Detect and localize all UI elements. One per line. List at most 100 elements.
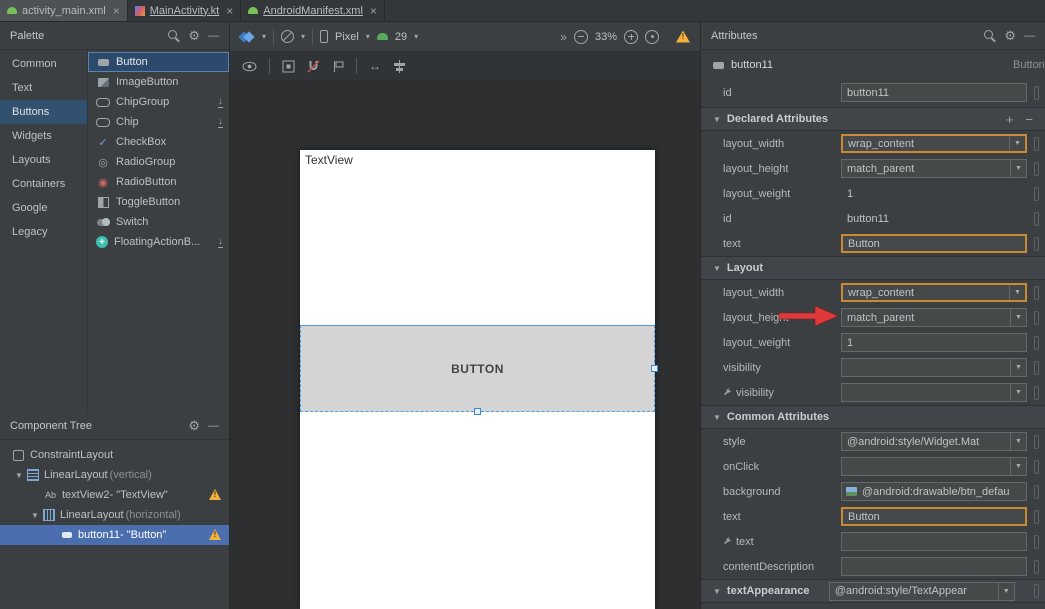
tab-mainactivity-kt[interactable]: MainActivity.kt ×: [128, 0, 242, 21]
style-dropdown[interactable]: @android:style/Widget.Mat▼: [841, 432, 1027, 451]
text-input[interactable]: Button: [841, 507, 1027, 526]
layout-weight-input[interactable]: 1: [841, 333, 1027, 352]
attr-pin[interactable]: [1034, 286, 1039, 300]
attr-pin[interactable]: [1034, 212, 1039, 226]
visibility-dropdown[interactable]: ▼: [841, 358, 1027, 377]
tree-item-linearlayout[interactable]: ▼LinearLayout(horizontal): [0, 505, 229, 525]
resize-handle-right[interactable]: [651, 365, 658, 372]
palette-category-google[interactable]: Google: [0, 196, 87, 220]
attr-pin[interactable]: [1034, 187, 1039, 201]
close-icon[interactable]: ×: [113, 4, 120, 18]
gear-icon[interactable]: ⚙: [1004, 29, 1016, 42]
attr-pin[interactable]: [1034, 386, 1039, 400]
api-level-icon[interactable]: [377, 33, 388, 40]
tree-item-textview2-textview[interactable]: AbtextView2- "TextView": [0, 485, 229, 505]
section-header-textappearance[interactable]: ▼textAppearance@android:style/TextAppear…: [701, 579, 1045, 603]
attr-pin[interactable]: [1034, 584, 1039, 598]
tab-androidmanifest-xml[interactable]: AndroidManifest.xml ×: [241, 0, 385, 21]
palette-item-imagebutton[interactable]: ImageButton: [88, 72, 229, 92]
palette-item-chip[interactable]: Chip↓: [88, 112, 229, 132]
palette-item-radiobutton[interactable]: ◉RadioButton: [88, 172, 229, 192]
align-center-icon[interactable]: [393, 60, 406, 73]
section-header-layout[interactable]: ▼Layout: [701, 256, 1045, 280]
resize-handle-bottom[interactable]: [474, 408, 481, 415]
close-icon[interactable]: ×: [370, 4, 377, 18]
blueprint-border-icon[interactable]: [282, 60, 295, 73]
attr-pin[interactable]: [1034, 336, 1039, 350]
background-input[interactable]: @android:drawable/btn_defau: [841, 482, 1027, 501]
palette-category-text[interactable]: Text: [0, 76, 87, 100]
palette-category-widgets[interactable]: Widgets: [0, 124, 87, 148]
remove-attribute-icon[interactable]: −: [1025, 112, 1033, 127]
clear-constraints-icon[interactable]: ↔: [369, 59, 381, 73]
layout-height-dropdown[interactable]: match_parent▼: [841, 308, 1027, 327]
attr-pin[interactable]: [1034, 560, 1039, 574]
contentdescription-input[interactable]: [841, 557, 1027, 576]
chevron-down-icon[interactable]: ▼: [28, 511, 42, 520]
palette-item-togglebutton[interactable]: ToggleButton: [88, 192, 229, 212]
attr-pin[interactable]: [1034, 311, 1039, 325]
attr-pin[interactable]: [1034, 485, 1039, 499]
minimize-icon[interactable]: —: [208, 30, 219, 42]
device-selector[interactable]: Pixel: [335, 31, 359, 43]
palette-item-checkbox[interactable]: ✓CheckBox: [88, 132, 229, 152]
canvas-textview[interactable]: TextView: [305, 153, 353, 167]
device-icon[interactable]: [320, 30, 328, 43]
text-input[interactable]: [841, 532, 1027, 551]
selected-component-row[interactable]: button11 Button: [701, 52, 1045, 78]
palette-category-common[interactable]: Common: [0, 52, 87, 76]
palette-category-containers[interactable]: Containers: [0, 172, 87, 196]
download-icon[interactable]: ↓: [218, 97, 223, 108]
design-surface-mode-icon[interactable]: [240, 31, 255, 43]
warnings-icon[interactable]: [676, 31, 690, 43]
minimize-icon[interactable]: —: [208, 420, 219, 432]
device-canvas[interactable]: TextView BUTTON: [300, 150, 655, 609]
palette-category-buttons[interactable]: Buttons: [0, 100, 87, 124]
eye-icon[interactable]: [242, 61, 257, 72]
tree-item-constraintlayout[interactable]: ConstraintLayout: [0, 445, 229, 465]
palette-item-switch[interactable]: Switch: [88, 212, 229, 232]
gear-icon[interactable]: ⚙: [188, 29, 200, 42]
tab-activity-main-xml[interactable]: activity_main.xml ×: [0, 0, 128, 21]
attr-pin[interactable]: [1034, 162, 1039, 176]
text-input[interactable]: Button: [841, 234, 1027, 253]
id-input[interactable]: button11: [841, 83, 1027, 102]
autoconnect-off-magnet-icon[interactable]: [307, 60, 320, 73]
chevron-down-icon[interactable]: ▼: [12, 471, 26, 480]
design-surface[interactable]: TextView BUTTON: [230, 80, 700, 609]
api-level-selector[interactable]: 29: [395, 31, 407, 43]
section-header-common-attributes[interactable]: ▼Common Attributes: [701, 405, 1045, 429]
canvas-button-selected[interactable]: BUTTON: [300, 325, 655, 412]
zoom-fit-icon[interactable]: [645, 30, 659, 44]
layout-width-dropdown[interactable]: wrap_content▼: [841, 134, 1027, 153]
layout-height-dropdown[interactable]: match_parent▼: [841, 159, 1027, 178]
layout-width-dropdown[interactable]: wrap_content▼: [841, 283, 1027, 302]
attr-pin[interactable]: [1034, 86, 1039, 100]
search-icon[interactable]: [167, 29, 180, 42]
palette-item-radiogroup[interactable]: ◎RadioGroup: [88, 152, 229, 172]
download-icon[interactable]: ↓: [218, 117, 223, 128]
zoom-in-icon[interactable]: [624, 30, 638, 44]
palette-item-chipgroup[interactable]: ChipGroup↓: [88, 92, 229, 112]
theme-icon[interactable]: [281, 30, 294, 43]
palette-category-layouts[interactable]: Layouts: [0, 148, 87, 172]
gear-icon[interactable]: ⚙: [188, 419, 200, 432]
chevron-down-icon[interactable]: ▾: [414, 32, 418, 41]
chevron-down-icon[interactable]: ▾: [301, 32, 305, 41]
attr-pin[interactable]: [1034, 237, 1039, 251]
zoom-out-icon[interactable]: [574, 30, 588, 44]
attr-pin[interactable]: [1034, 510, 1039, 524]
attr-pin[interactable]: [1034, 435, 1039, 449]
chevron-down-icon[interactable]: ▾: [262, 32, 266, 41]
download-icon[interactable]: ↓: [218, 237, 223, 248]
attr-pin[interactable]: [1034, 535, 1039, 549]
chevron-down-icon[interactable]: ▾: [366, 32, 370, 41]
palette-item-floatingactionb[interactable]: +FloatingActionB...↓: [88, 232, 229, 252]
section-header-declared-attributes[interactable]: ▼Declared Attributes+−: [701, 107, 1045, 131]
minimize-icon[interactable]: —: [1024, 30, 1035, 42]
close-icon[interactable]: ×: [226, 4, 233, 18]
palette-category-legacy[interactable]: Legacy: [0, 220, 87, 244]
toolbar-overflow-icon[interactable]: »: [560, 30, 567, 44]
add-attribute-icon[interactable]: +: [1006, 112, 1014, 127]
onclick-dropdown[interactable]: ▼: [841, 457, 1027, 476]
